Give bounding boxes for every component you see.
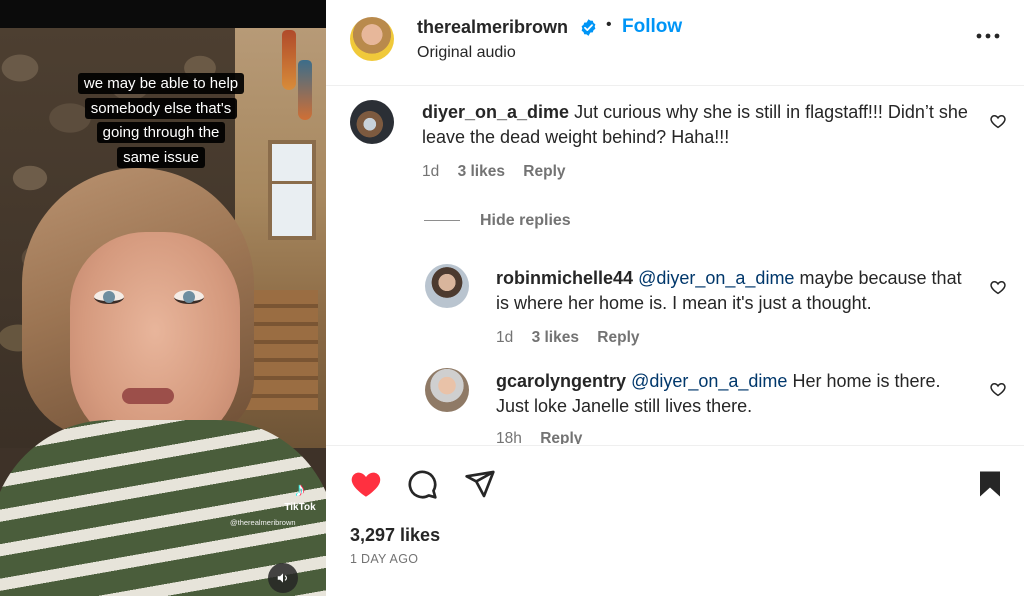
- comment-likes[interactable]: 3 likes: [458, 163, 505, 180]
- bookmark-filled-icon: [980, 471, 1000, 497]
- person-eye: [94, 290, 124, 304]
- video-caption: we may be able to help somebody else tha…: [56, 72, 266, 170]
- share-button[interactable]: [462, 466, 498, 502]
- window-background: [268, 140, 316, 240]
- audio-label[interactable]: Original audio: [417, 44, 516, 62]
- sound-toggle-button[interactable]: [268, 563, 298, 593]
- person-face: [70, 232, 240, 452]
- comments-list[interactable]: diyer_on_a_dime Jut curious why she is s…: [326, 86, 1024, 444]
- post-timestamp[interactable]: 1 DAY AGO: [350, 552, 418, 566]
- caption-line: somebody else that's: [84, 97, 238, 119]
- header-separator: •: [606, 16, 612, 33]
- more-options-icon: [976, 33, 1000, 39]
- lamp-decoration: [298, 60, 312, 120]
- reply-button[interactable]: Reply: [523, 163, 565, 180]
- comment-button[interactable]: [404, 466, 440, 502]
- reply-mention[interactable]: @diyer_on_a_dime: [631, 371, 787, 391]
- reply-age[interactable]: 1d: [496, 329, 513, 346]
- caption-line: we may be able to help: [77, 73, 245, 94]
- replier-username[interactable]: robinmichelle44: [496, 268, 633, 288]
- verified-badge-icon: [581, 19, 596, 36]
- reply-likes[interactable]: 3 likes: [532, 329, 579, 346]
- heart-filled-icon: [351, 472, 381, 497]
- save-button[interactable]: [972, 466, 1008, 502]
- reply-button[interactable]: Reply: [597, 329, 639, 346]
- likes-count[interactable]: 3,297 likes: [350, 525, 440, 546]
- post-header: therealmeribrown • Follow Original audio: [326, 0, 1024, 86]
- follow-button[interactable]: Follow: [622, 16, 682, 38]
- lamp-decoration: [282, 30, 296, 90]
- reply-meta: 18h Reply: [496, 430, 596, 444]
- replier-username[interactable]: gcarolyngentry: [496, 371, 626, 391]
- like-reply-heart-icon[interactable]: [989, 380, 1007, 398]
- comment-age[interactable]: 1d: [422, 163, 439, 180]
- more-options-button[interactable]: [974, 22, 1002, 50]
- replier-avatar[interactable]: [425, 264, 469, 308]
- caption-line: same issue: [117, 146, 205, 168]
- comment-meta: 1d 3 likes Reply: [422, 163, 580, 181]
- person-eye: [174, 290, 204, 304]
- reply-mention[interactable]: @diyer_on_a_dime: [638, 268, 794, 288]
- speaker-icon: [277, 573, 288, 583]
- comment-text: diyer_on_a_dime Jut curious why she is s…: [422, 100, 982, 150]
- divider-line: [424, 220, 460, 222]
- reply-meta: 1d 3 likes Reply: [496, 329, 654, 347]
- tiktok-watermark: ♪ TikTok: [274, 480, 326, 513]
- hide-replies-label: Hide replies: [480, 212, 571, 229]
- tiktok-logo-icon: ♪: [295, 479, 305, 501]
- hide-replies-button[interactable]: Hide replies: [424, 212, 571, 230]
- like-button[interactable]: [348, 466, 384, 502]
- paper-plane-icon: [465, 470, 495, 498]
- comment-bubble-icon: [408, 470, 437, 499]
- caption-line: going through the: [96, 122, 226, 143]
- reply-button[interactable]: Reply: [540, 430, 582, 444]
- commenter-username[interactable]: diyer_on_a_dime: [422, 102, 569, 122]
- tiktok-brand-label: TikTok: [284, 502, 316, 513]
- tiktok-handle: @therealmeribrown: [230, 518, 296, 527]
- author-username[interactable]: therealmeribrown: [417, 17, 568, 38]
- reply-text: robinmichelle44 @diyer_on_a_dime maybe b…: [496, 266, 976, 316]
- like-reply-heart-icon[interactable]: [989, 278, 1007, 296]
- like-comment-heart-icon[interactable]: [989, 112, 1007, 130]
- commenter-avatar[interactable]: [350, 100, 394, 144]
- person-mouth: [122, 388, 174, 404]
- reply-age[interactable]: 18h: [496, 430, 522, 444]
- reply-text: gcarolyngentry @diyer_on_a_dime Her home…: [496, 369, 976, 419]
- author-avatar[interactable]: [350, 17, 394, 61]
- post-actions: 3,297 likes 1 DAY AGO: [326, 445, 1024, 596]
- replier-avatar[interactable]: [425, 368, 469, 412]
- post-video[interactable]: we may be able to help somebody else tha…: [0, 0, 326, 596]
